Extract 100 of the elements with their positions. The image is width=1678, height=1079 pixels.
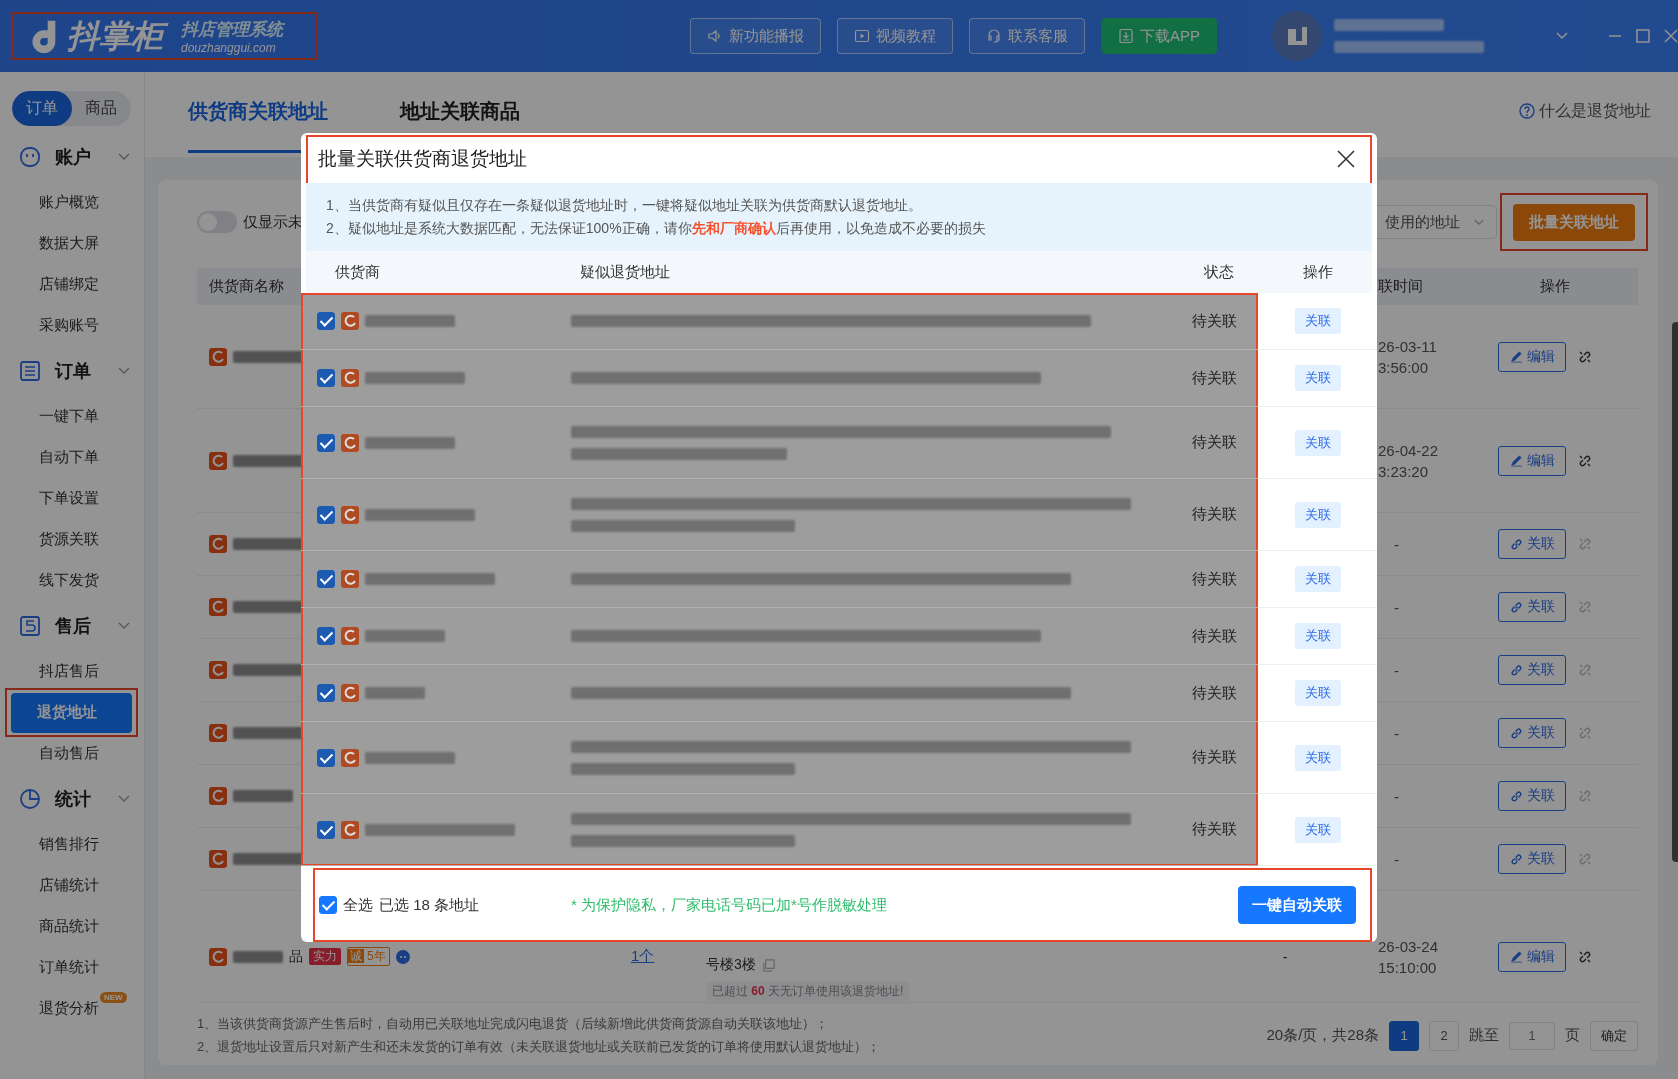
scrollbar[interactable] [1672, 322, 1678, 862]
checkbox[interactable] [317, 505, 335, 524]
link-button[interactable]: 关联 [1294, 365, 1341, 391]
page-input[interactable]: 1 [1509, 1021, 1555, 1050]
menu-item[interactable]: 自动下单 [5, 437, 138, 478]
menu-item[interactable]: 销售排行 [5, 824, 138, 865]
pencil-icon [1509, 350, 1523, 363]
link-icon [1509, 789, 1523, 803]
supplier-badge: 诚 5年 [347, 947, 390, 966]
copy-icon[interactable] [761, 958, 775, 972]
edit-button[interactable]: 编辑 [1498, 341, 1566, 372]
help-link[interactable]: 什么是退货地址 [1519, 72, 1651, 150]
status-text: 待关联 [1190, 820, 1238, 839]
menu-item[interactable]: 一键下单 [5, 396, 138, 437]
menu-item[interactable]: 店铺绑定 [5, 264, 138, 305]
face-icon [19, 146, 41, 168]
status-text: 待关联 [1190, 433, 1238, 452]
select-all-checkbox[interactable] [319, 896, 337, 914]
link-button[interactable]: 关联 [1498, 844, 1566, 874]
menu-group[interactable]: 售后 [0, 601, 144, 651]
checkbox[interactable] [317, 433, 335, 452]
confirm-button[interactable]: 确定 [1590, 1020, 1638, 1051]
batch-link-button[interactable]: 批量关联地址 [1513, 203, 1635, 241]
page-button[interactable]: 2 [1429, 1020, 1459, 1051]
page-summary: 20条/页，共28条 [1266, 1026, 1379, 1045]
menu-item[interactable]: 货源关联 [5, 519, 138, 560]
link-button[interactable]: 关联 [1498, 781, 1566, 811]
menu-item[interactable]: 自动售后 [5, 733, 138, 774]
chevron-down-icon [1474, 218, 1484, 226]
info-text: 2、疑似地址是系统大数据匹配，无法保证100%正确，请你先和厂商确认后再使用，以免造成不必要的损失 [326, 219, 987, 238]
menu-item[interactable]: 下单设置 [5, 478, 138, 519]
edit-button[interactable]: 编辑 [1498, 941, 1566, 972]
avatar-icon[interactable] [1272, 11, 1322, 61]
link-button[interactable]: 关联 [1498, 529, 1566, 559]
time-text: 3:56:00 [1378, 358, 1430, 376]
checkbox[interactable] [317, 627, 335, 645]
checkbox[interactable] [317, 312, 335, 330]
menu-group[interactable]: 账户 [0, 132, 144, 182]
menu-item[interactable]: 数据大屏 [5, 223, 138, 264]
link-icon [1509, 852, 1523, 866]
link-button[interactable]: 关联 [1294, 566, 1341, 592]
download-icon [1118, 28, 1134, 44]
mode-tab[interactable]: 商品 [71, 91, 131, 126]
maximize-icon[interactable] [1636, 29, 1650, 43]
link-button[interactable]: 关联 [1498, 592, 1566, 622]
checkbox[interactable] [317, 684, 335, 702]
status-text: 待关联 [1190, 505, 1238, 524]
menu-item[interactable]: 采购账号 [5, 305, 138, 346]
menu-item[interactable]: 退货分析 NEW [5, 988, 138, 1029]
menu-item[interactable]: 商品统计 [5, 906, 138, 947]
chat-icon[interactable] [395, 949, 410, 964]
status-text: 待关联 [1190, 683, 1238, 703]
checkbox[interactable] [317, 369, 335, 387]
menu-item[interactable]: 店铺统计 [5, 865, 138, 906]
time-text: - [1394, 598, 1400, 616]
menu-group[interactable]: 订单 [0, 346, 144, 396]
unlink-icon[interactable] [1578, 949, 1592, 964]
address-text: 号楼3楼 [706, 956, 756, 974]
redacted-text [233, 790, 293, 802]
mode-tab[interactable]: 订单 [12, 91, 72, 126]
menu-item[interactable]: 抖店售后 [5, 651, 138, 692]
app-logo[interactable]: 抖掌柜 抖店管理系统 douzhanggui.com [11, 12, 318, 60]
link-button[interactable]: 关联 [1294, 816, 1341, 843]
address-count-link[interactable]: 1个 [631, 947, 655, 964]
chevron-down-icon[interactable] [1556, 32, 1568, 40]
link-button[interactable]: 关联 [1294, 680, 1341, 706]
headset-icon [986, 28, 1002, 44]
link-button[interactable]: 关联 [1294, 623, 1341, 649]
list-icon [19, 360, 41, 382]
unlink-icon[interactable] [1578, 453, 1592, 468]
menu-item[interactable]: 订单统计 [5, 947, 138, 988]
page-button[interactable]: 1 [1389, 1020, 1419, 1051]
unlink-icon[interactable] [1578, 349, 1592, 364]
column-header: 疑似退货地址 [579, 262, 671, 282]
auto-link-button[interactable]: 一键自动关联 [1238, 886, 1356, 924]
link-button[interactable]: 关联 [1294, 501, 1341, 528]
info-text: 1、当供货商有疑似且仅存在一条疑似退货地址时，一键将疑似地址关联为供货商默认退货地址。 [326, 196, 923, 215]
column-header: 供货商名称 [208, 277, 285, 296]
menu-group[interactable]: 统计 [0, 774, 144, 824]
link-button[interactable]: 关联 [1294, 744, 1341, 771]
menu-item[interactable]: 线下发货 [5, 560, 138, 601]
checkbox[interactable] [317, 570, 335, 588]
link-button[interactable]: 关联 [1498, 718, 1566, 748]
link-button[interactable]: 关联 [1294, 308, 1341, 334]
status-text: - [1282, 948, 1288, 965]
supplier-logo-icon [209, 661, 227, 679]
link-icon [1509, 600, 1523, 614]
menu-item[interactable]: 账户概览 [5, 182, 138, 223]
note-text: 1、当该供货商货源产生售后时，自动用已关联地址完成闪电退货（后续新增此供货商货源自动关联该地址）； [197, 1015, 830, 1033]
checkbox[interactable] [317, 820, 335, 839]
selection-summary: 已选 18 条地址 [379, 895, 480, 915]
close-icon[interactable] [1336, 149, 1356, 169]
link-button[interactable]: 关联 [1498, 655, 1566, 685]
menu-item[interactable]: 退货地址 [11, 692, 132, 733]
speaker-icon [707, 28, 723, 44]
checkbox[interactable] [317, 748, 335, 767]
edit-button[interactable]: 编辑 [1498, 445, 1566, 476]
supplier-name: 品 [289, 947, 303, 966]
link-button[interactable]: 关联 [1294, 429, 1341, 456]
pie-chart-icon [19, 788, 41, 810]
